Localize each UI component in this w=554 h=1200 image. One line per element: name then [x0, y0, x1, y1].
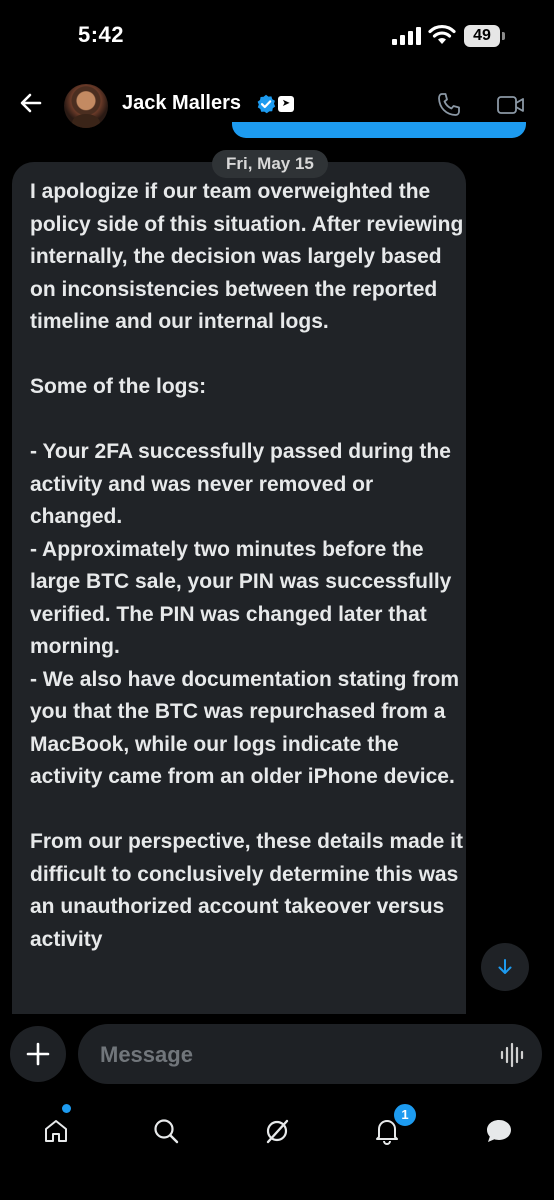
battery-indicator: 49: [464, 25, 506, 47]
back-arrow-icon[interactable]: [18, 90, 44, 116]
messages-icon: [487, 1120, 511, 1142]
video-call-icon[interactable]: [496, 94, 526, 116]
date-divider: Fri, May 15: [212, 150, 328, 178]
scroll-to-bottom-button[interactable]: [481, 943, 529, 991]
phone-call-icon[interactable]: [436, 92, 462, 118]
battery-cap: [502, 32, 505, 40]
status-time: 5:42: [78, 22, 125, 47]
verified-badge-icon: [257, 94, 276, 114]
message-thread: I apologize if our team overweighted the…: [0, 138, 554, 1014]
wifi-icon: [428, 24, 456, 44]
tab-grok[interactable]: [250, 1104, 304, 1158]
affiliate-badge-icon: ➤: [278, 96, 294, 112]
previous-sent-message[interactable]: [232, 122, 526, 138]
home-unread-dot: [62, 1104, 71, 1113]
contact-avatar[interactable]: [64, 84, 108, 128]
attach-button[interactable]: [10, 1026, 66, 1082]
arrow-down-icon: [498, 959, 512, 974]
home-icon: [45, 1120, 67, 1142]
notifications-badge: 1: [392, 1102, 418, 1128]
message-composer: [0, 1020, 554, 1090]
plus-icon: [26, 1042, 50, 1066]
status-bar: 5:42 49: [0, 0, 554, 74]
cellular-signal-icon: [392, 27, 421, 45]
message-input[interactable]: [98, 1024, 482, 1086]
search-icon: [154, 1119, 179, 1144]
grok-icon: [266, 1119, 289, 1144]
contact-name[interactable]: Jack Mallers: [122, 92, 241, 115]
tab-home[interactable]: [29, 1104, 83, 1158]
battery-level: 49: [464, 25, 500, 47]
tab-search[interactable]: [139, 1104, 193, 1158]
voice-message-icon[interactable]: [500, 1042, 526, 1068]
tab-messages[interactable]: [471, 1104, 525, 1158]
message-field[interactable]: [78, 1024, 542, 1086]
bottom-tab-bar: [0, 1090, 554, 1200]
received-message-text: I apologize if our team overweighted the…: [30, 180, 464, 951]
